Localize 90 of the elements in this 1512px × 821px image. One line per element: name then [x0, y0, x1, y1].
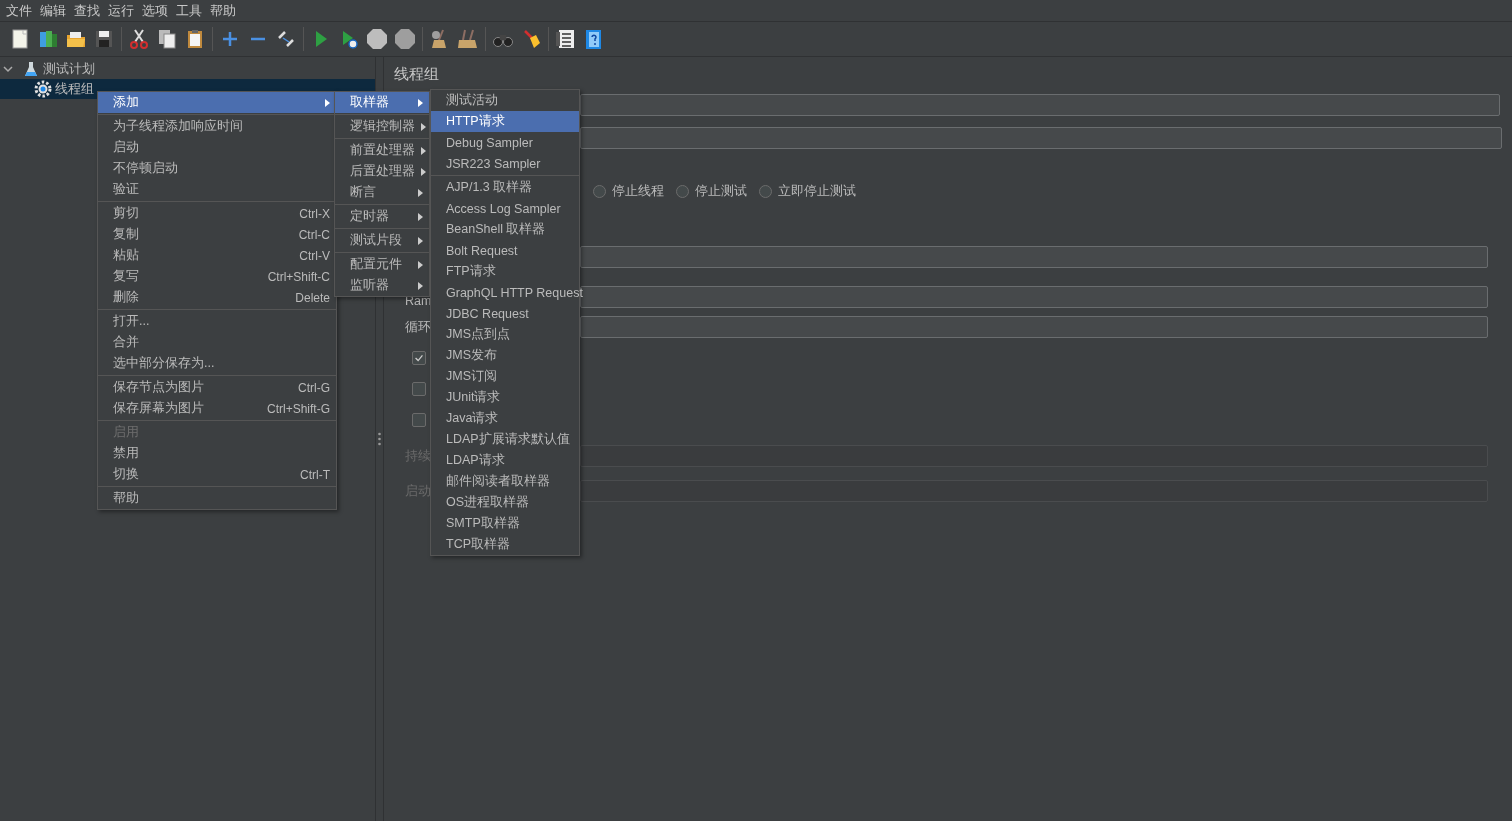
menu-item[interactable]: 切换 Ctrl-T	[98, 464, 336, 485]
tree-item[interactable]: 测试计划	[43, 60, 95, 78]
floppy-icon[interactable]	[93, 28, 115, 50]
menu-item[interactable]: 配置元件	[335, 254, 429, 275]
shortcut-label: Ctrl+Shift-C	[267, 269, 330, 284]
menu-item[interactable]: Debug Sampler	[431, 132, 579, 153]
menu-item[interactable]: 保存屏幕为图片 Ctrl+Shift-G	[98, 398, 336, 419]
menu-item[interactable]: 复制 Ctrl-C	[98, 224, 336, 245]
text-field[interactable]	[580, 94, 1500, 116]
text-field[interactable]	[580, 316, 1488, 338]
new-file-icon[interactable]	[9, 28, 31, 50]
radio-button[interactable]: 立即停止测试	[759, 182, 856, 200]
checkbox[interactable]	[412, 351, 426, 365]
menu-item[interactable]: JMS订阅	[431, 366, 579, 387]
splitter-handle-icon[interactable]	[378, 432, 381, 446]
field-label: 循环	[405, 318, 431, 336]
menu-item[interactable]: 启动	[98, 137, 336, 158]
shortcut-label: Ctrl-G	[298, 380, 330, 395]
menu-item[interactable]: 逻辑控制器	[335, 116, 429, 137]
menu-item[interactable]: 打开...	[98, 311, 336, 332]
menu-item[interactable]: 帮助	[206, 1, 240, 20]
shortcut-label: Delete	[295, 290, 330, 305]
brooms-icon[interactable]	[457, 28, 479, 50]
menu-item[interactable]: 测试活动	[431, 90, 579, 111]
menu-item[interactable]: 断言	[335, 182, 429, 203]
menu-item[interactable]: 禁用	[98, 443, 336, 464]
flask-icon	[22, 60, 40, 78]
shortcut-label: Ctrl+Shift-G	[267, 401, 330, 416]
menu-item[interactable]: LDAP请求	[431, 450, 579, 471]
menu-item[interactable]: 合并	[98, 332, 336, 353]
menu-item[interactable]: Bolt Request	[431, 240, 579, 261]
checkbox[interactable]	[412, 382, 426, 396]
menu-item[interactable]: 删除 Delete	[98, 287, 336, 308]
menu-item[interactable]: TCP取样器	[431, 534, 579, 555]
menu-item[interactable]: 运行	[104, 1, 138, 20]
menu-item[interactable]: OS进程取样器	[431, 492, 579, 513]
tree-item[interactable]: 线程组	[55, 80, 94, 98]
menu-item[interactable]: 选项	[138, 1, 172, 20]
menu-item[interactable]: 添加	[98, 92, 336, 113]
menu-item[interactable]: 编辑	[36, 1, 70, 20]
menu-item[interactable]: 取样器	[335, 92, 429, 113]
scissors-icon[interactable]	[128, 28, 150, 50]
menu-item[interactable]: JDBC Request	[431, 303, 579, 324]
menu-item[interactable]: 复写 Ctrl+Shift-C	[98, 266, 336, 287]
text-field[interactable]	[580, 246, 1488, 268]
menu-item[interactable]: 帮助	[98, 488, 336, 509]
menu-item[interactable]: JUnit请求	[431, 387, 579, 408]
list-icon[interactable]	[555, 28, 577, 50]
gear-icon	[34, 80, 52, 98]
menu-item[interactable]: Access Log Sampler	[431, 198, 579, 219]
menu-item[interactable]: 定时器	[335, 206, 429, 227]
menu-item[interactable]: 保存节点为图片 Ctrl-G	[98, 377, 336, 398]
stop-icon[interactable]	[366, 28, 388, 50]
menu-item[interactable]: FTP请求	[431, 261, 579, 282]
menu-item[interactable]: 工具	[172, 1, 206, 20]
shortcut-label: Ctrl-V	[299, 248, 330, 263]
menu-item[interactable]: 监听器	[335, 275, 429, 296]
menu-item[interactable]: 文件	[2, 1, 36, 20]
menu-item[interactable]: JMS点到点	[431, 324, 579, 345]
menu-item[interactable]: 不停顿启动	[98, 158, 336, 179]
menu-item[interactable]: JMS发布	[431, 345, 579, 366]
menu-item[interactable]: 前置处理器	[335, 140, 429, 161]
menu-item[interactable]: 粘贴 Ctrl-V	[98, 245, 336, 266]
menu-item[interactable]: 后置处理器	[335, 161, 429, 182]
shortcut-label: Ctrl-C	[298, 227, 330, 242]
copy-icon[interactable]	[156, 28, 178, 50]
radio-button[interactable]: 停止线程	[593, 182, 664, 200]
radio-button[interactable]: 停止测试	[676, 182, 747, 200]
menu-item[interactable]: 测试片段	[335, 230, 429, 251]
panel-title: 线程组	[394, 65, 439, 84]
menu-item[interactable]: Java请求	[431, 408, 579, 429]
shortcut-label: Ctrl-T	[300, 467, 330, 482]
shortcut-label: Ctrl-X	[299, 206, 330, 221]
menu-item[interactable]: 查找	[70, 1, 104, 20]
menu-item[interactable]: JSR223 Sampler	[431, 153, 579, 174]
books-icon[interactable]	[37, 28, 59, 50]
menu-item[interactable]: LDAP扩展请求默认值	[431, 429, 579, 450]
menu-item[interactable]: BeanShell 取样器	[431, 219, 579, 240]
menu-item[interactable]: 选中部分保存为...	[98, 353, 336, 374]
menu-item[interactable]: 验证	[98, 179, 336, 200]
menu-item[interactable]: HTTP请求	[431, 111, 579, 132]
checkbox[interactable]	[412, 413, 426, 427]
text-field[interactable]	[580, 127, 1502, 149]
menu-item[interactable]: SMTP取样器	[431, 513, 579, 534]
menu-item[interactable]: AJP/1.3 取样器	[431, 177, 579, 198]
octagon-icon[interactable]	[394, 28, 416, 50]
menu-item[interactable]: 剪切 Ctrl-X	[98, 203, 336, 224]
menu-item[interactable]: 为子线程添加响应时间	[98, 116, 336, 137]
menu-item[interactable]: 邮件阅读者取样器	[431, 471, 579, 492]
chevron-icon[interactable]	[2, 63, 14, 75]
